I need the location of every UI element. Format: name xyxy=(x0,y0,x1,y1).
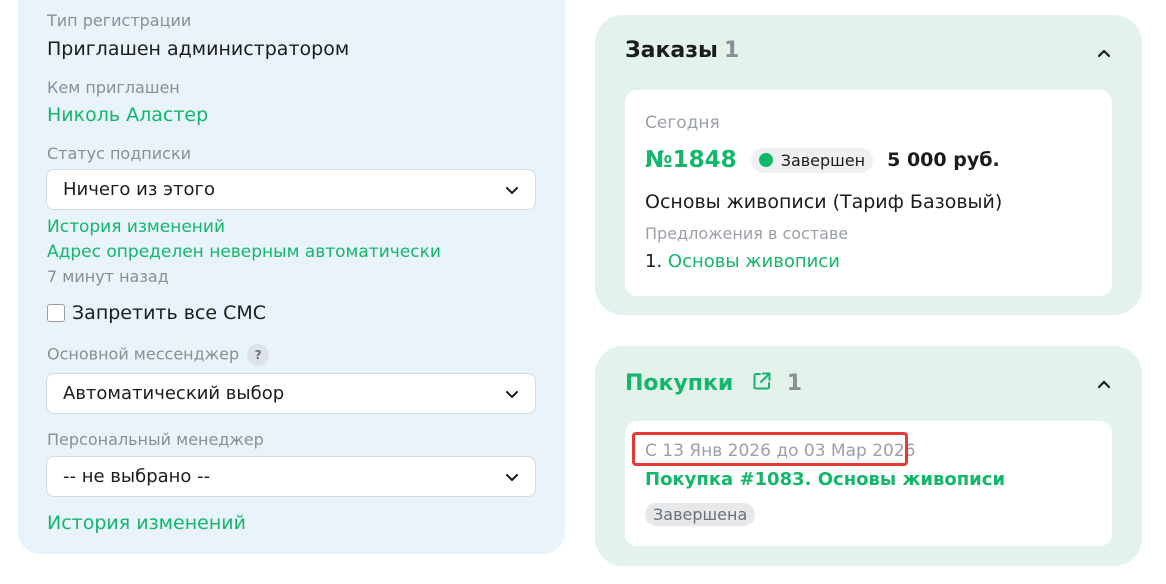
offer-link[interactable]: Основы живописи xyxy=(668,251,840,272)
chevron-down-icon xyxy=(506,390,518,398)
help-icon[interactable]: ? xyxy=(247,344,270,366)
external-link-icon[interactable] xyxy=(751,370,773,392)
chevron-down-icon xyxy=(506,186,518,194)
subscription-status-label: Статус подписки xyxy=(47,144,191,163)
registration-type-value: Приглашен администратором xyxy=(47,38,350,60)
history-link-bottom[interactable]: История изменений xyxy=(47,512,246,534)
order-day: Сегодня xyxy=(645,113,720,133)
messenger-label: Основной мессенджер xyxy=(47,344,240,364)
manager-label: Персональный менеджер xyxy=(47,430,264,449)
orders-card: Заказы 1 Сегодня №1848 Завершен 5 000 руб… xyxy=(595,15,1142,315)
invited-by-link[interactable]: Николь Аластер xyxy=(47,104,208,126)
order-product: Основы живописи (Тариф Базовый) xyxy=(645,191,1003,213)
chevron-up-icon[interactable] xyxy=(1096,45,1112,61)
order-number-link[interactable]: №1848 xyxy=(645,147,737,173)
purchases-title-link[interactable]: Покупки xyxy=(625,371,733,396)
subscription-status-value: Ничего из этого xyxy=(63,179,215,200)
manager-select[interactable]: -- не выбрано -- xyxy=(46,456,536,497)
sms-checkbox-label: Запретить все СМС xyxy=(72,302,267,324)
status-dot-icon xyxy=(758,153,773,167)
time-ago: 7 минут назад xyxy=(47,267,169,286)
chevron-down-icon xyxy=(506,473,518,481)
purchases-count: 1 xyxy=(786,371,803,396)
order-item: Сегодня №1848 Завершен 5 000 руб. Основы… xyxy=(625,90,1112,296)
messenger-select[interactable]: Автоматический выбор xyxy=(46,373,536,414)
registration-type-label: Тип регистрации xyxy=(47,11,192,30)
highlight-box xyxy=(632,432,908,466)
orders-title-row: Заказы 1 xyxy=(625,38,739,63)
history-link[interactable]: История изменений xyxy=(47,217,225,237)
offers-label: Предложения в составе xyxy=(645,224,849,243)
manager-value: -- не выбрано -- xyxy=(63,466,211,487)
messenger-value: Автоматический выбор xyxy=(63,383,285,404)
offer-index: 1. xyxy=(645,251,663,272)
status-badge: Завершен xyxy=(750,147,874,173)
orders-count: 1 xyxy=(723,38,740,63)
order-price: 5 000 руб. xyxy=(887,149,1000,171)
address-link[interactable]: Адрес определен неверным автоматически xyxy=(47,242,441,262)
purchases-title-row: Покупки 1 xyxy=(625,370,802,396)
messenger-label-row: Основной мессенджер? xyxy=(47,344,270,366)
offer-list-item: 1. Основы живописи xyxy=(645,251,840,272)
sms-checkbox-row[interactable]: Запретить все СМС xyxy=(47,302,266,324)
order-header-row: №1848 Завершен 5 000 руб. xyxy=(645,147,1000,173)
invited-by-label: Кем приглашен xyxy=(47,78,180,97)
chevron-up-icon[interactable] xyxy=(1096,376,1112,392)
order-status: Завершен xyxy=(780,150,866,170)
orders-title: Заказы xyxy=(625,38,718,63)
sms-checkbox[interactable] xyxy=(47,304,65,322)
purchase-link[interactable]: Покупка #1083. Основы живописи xyxy=(645,469,1005,490)
purchase-status-badge: Завершена xyxy=(645,503,756,526)
subscription-status-select[interactable]: Ничего из этого xyxy=(46,169,536,210)
purchase-status-row: Завершена xyxy=(645,503,756,526)
